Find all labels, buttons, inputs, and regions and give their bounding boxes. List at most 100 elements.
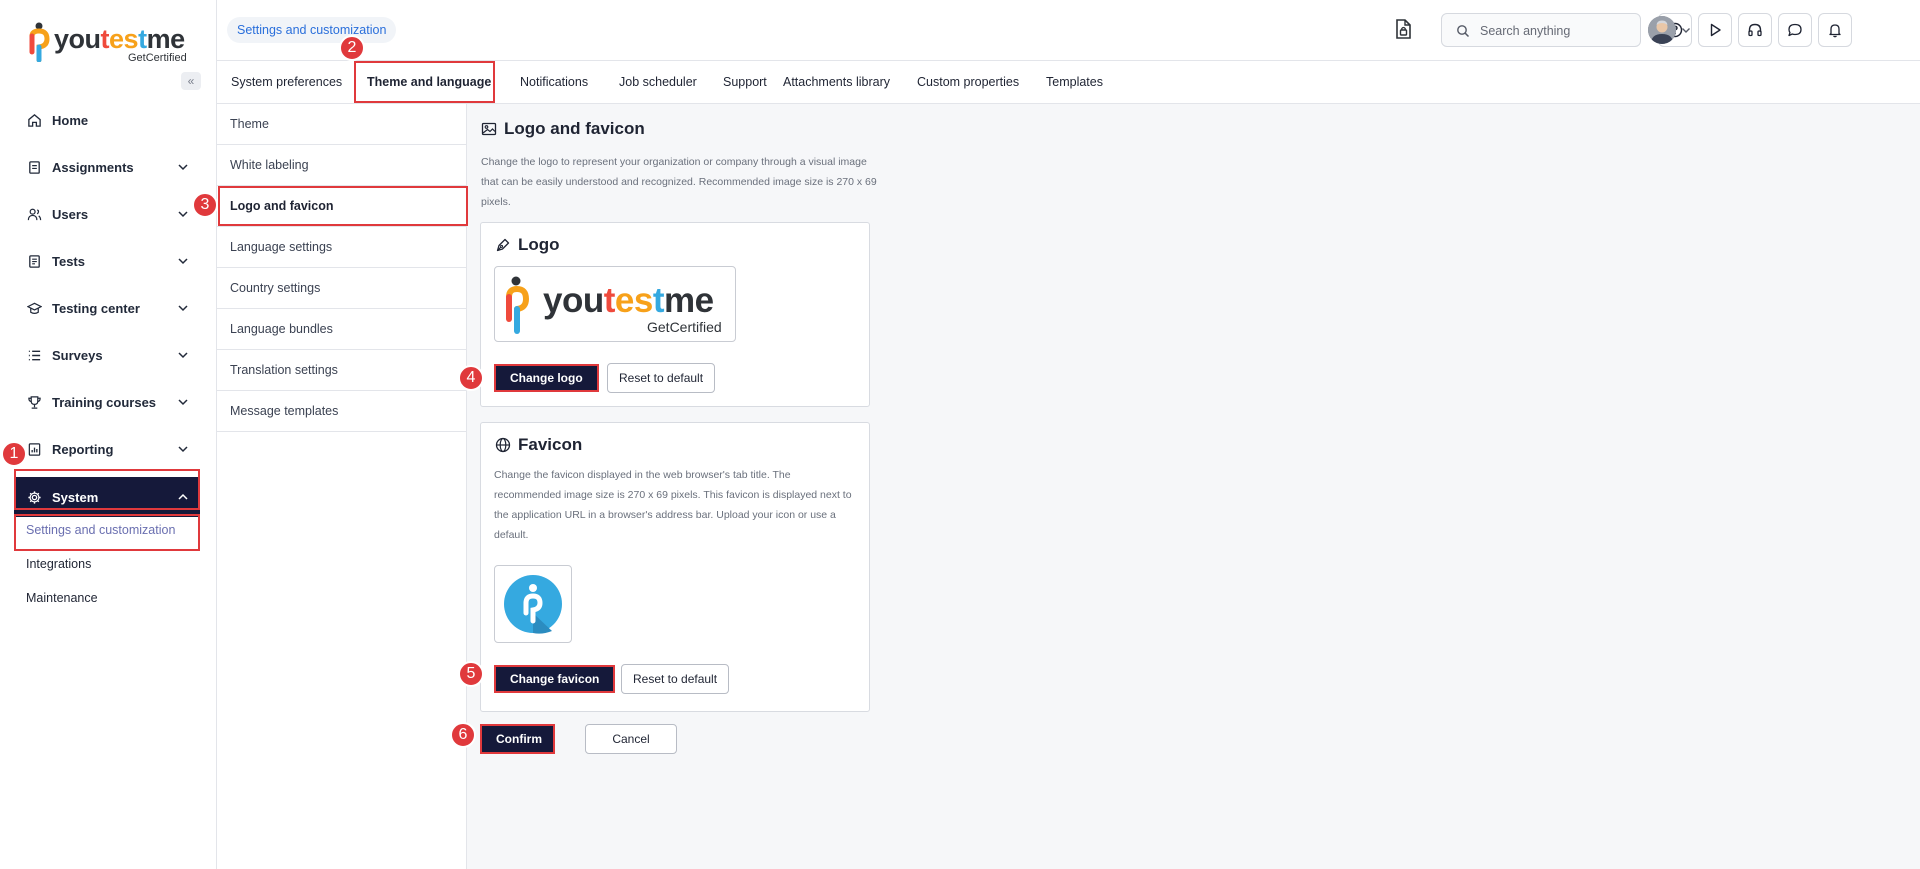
logo-card: Logo youtestme GetCertified Change logo …	[480, 222, 870, 407]
top-bar: Settings and customization	[217, 0, 1920, 61]
reporting-icon	[26, 442, 42, 458]
bell-icon	[1829, 24, 1841, 38]
chat-bubble-icon	[1788, 23, 1802, 37]
tab-support[interactable]: Support	[711, 61, 779, 103]
favicon-preview-image	[494, 565, 572, 643]
page-title: Logo and favicon	[481, 119, 645, 139]
subnav-item-settings-and-customization[interactable]: Settings and customization	[14, 513, 200, 547]
chevron-down-icon[interactable]	[176, 207, 190, 221]
search-input[interactable]	[1480, 22, 1630, 40]
sidebar: youtestme GetCertified « Home Assignment…	[0, 0, 217, 869]
submenu-item-language-settings[interactable]: Language settings	[217, 227, 466, 268]
submenu-item-logo-and-favicon[interactable]: Logo and favicon	[217, 186, 466, 227]
page-description: Change the logo to represent your organi…	[481, 156, 877, 208]
avatar[interactable]	[1648, 16, 1676, 44]
change-logo-button[interactable]: Change logo	[494, 364, 599, 392]
users-icon	[26, 207, 42, 223]
change-favicon-button[interactable]: Change favicon	[494, 665, 616, 693]
sidebar-item-reporting[interactable]: Reporting	[14, 426, 200, 473]
sidebar-item-label: Testing center	[52, 301, 140, 316]
sidebar-item-label: Surveys	[52, 348, 103, 363]
sidebar-nav: Home Assignments Users Tests Testing cen…	[14, 97, 200, 517]
logo-preview-wordmark: youtestme	[543, 281, 714, 320]
sidebar-item-surveys[interactable]: Surveys	[14, 332, 200, 379]
tests-icon	[26, 254, 42, 270]
chevron-down-icon[interactable]	[176, 395, 190, 409]
collapse-sidebar-button[interactable]: «	[181, 72, 201, 90]
submenu-item-message-templates[interactable]: Message templates	[217, 391, 466, 432]
submenu-item-translation-settings[interactable]: Translation settings	[217, 350, 466, 391]
chevron-down-icon[interactable]	[176, 160, 190, 174]
favicon-card-title-text: Favicon	[518, 435, 583, 454]
submenu-item-theme[interactable]: Theme	[217, 104, 466, 145]
step-badge-4: 4	[458, 365, 484, 391]
logo-card-title: Logo	[495, 235, 560, 255]
tab-custom-properties[interactable]: Custom properties	[905, 61, 1031, 103]
sidebar-item-training-courses[interactable]: Training courses	[14, 379, 200, 426]
pen-tool-icon	[496, 238, 510, 252]
tab-templates[interactable]: Templates	[1034, 61, 1115, 103]
assignment-icon	[26, 160, 42, 176]
chevron-down-icon[interactable]	[176, 301, 190, 315]
logo-subtitle: GetCertified	[128, 52, 187, 64]
submenu-item-white-labeling[interactable]: White labeling	[217, 145, 466, 186]
step-badge-5: 5	[458, 661, 484, 687]
cancel-button[interactable]: Cancel	[585, 724, 677, 754]
logo-wordmark: youtestme	[54, 24, 185, 54]
chevron-down-icon[interactable]	[176, 442, 190, 456]
sidebar-item-assignments[interactable]: Assignments	[14, 144, 200, 191]
reset-logo-button[interactable]: Reset to default	[607, 363, 716, 393]
sidebar-item-home[interactable]: Home	[14, 97, 200, 144]
favicon-card: Favicon Change the favicon displayed in …	[480, 422, 870, 712]
search-icon	[1457, 25, 1470, 38]
image-icon	[481, 122, 497, 136]
sidebar-item-users[interactable]: Users	[14, 191, 200, 238]
sidebar-item-label: Reporting	[52, 442, 114, 457]
sidebar-item-tests[interactable]: Tests	[14, 238, 200, 285]
tab-notifications[interactable]: Notifications	[508, 61, 600, 103]
support-button[interactable]	[1738, 13, 1772, 47]
sidebar-item-system[interactable]: System	[14, 477, 200, 517]
logo-mark-icon	[29, 22, 50, 62]
step-badge-2: 2	[339, 35, 365, 61]
sidebar-item-label: Tests	[52, 254, 85, 269]
logo-preview-subtitle: GetCertified	[647, 319, 722, 335]
submenu-item-language-bundles[interactable]: Language bundles	[217, 309, 466, 350]
tab-job-scheduler[interactable]: Job scheduler	[607, 61, 709, 103]
page-title-text: Logo and favicon	[504, 119, 645, 138]
favicon-card-title: Favicon	[495, 435, 582, 455]
play-tutorial-button[interactable]	[1698, 13, 1732, 47]
chevron-down-icon[interactable]	[1680, 24, 1692, 36]
main-content: Logo and favicon Change the logo to repr…	[467, 104, 1920, 869]
subnav-item-integrations[interactable]: Integrations	[14, 547, 200, 581]
app-logo[interactable]: youtestme GetCertified	[28, 20, 188, 66]
sidebar-item-testing-center[interactable]: Testing center	[14, 285, 200, 332]
breadcrumb[interactable]: Settings and customization	[227, 17, 397, 43]
subnav-item-maintenance[interactable]: Maintenance	[14, 581, 200, 615]
chat-button[interactable]	[1778, 13, 1812, 47]
tab-system-preferences[interactable]: System preferences	[219, 61, 354, 103]
document-lock-icon[interactable]	[1392, 18, 1414, 40]
gear-icon	[26, 489, 42, 505]
play-icon	[1710, 23, 1721, 37]
globe-icon	[495, 437, 511, 453]
submenu-item-country-settings[interactable]: Country settings	[217, 268, 466, 309]
chevron-down-icon[interactable]	[176, 254, 190, 268]
chevron-down-icon[interactable]	[176, 348, 190, 362]
sidebar-item-label: Users	[52, 207, 89, 222]
tab-theme-and-language[interactable]: Theme and language	[355, 61, 503, 103]
step-badge-1: 1	[1, 441, 27, 467]
sidebar-item-label: Home	[52, 113, 89, 128]
sidebar-item-label: Training courses	[52, 395, 157, 410]
confirm-button[interactable]: Confirm	[480, 724, 555, 754]
sidebar-item-label: Assignments	[52, 160, 134, 175]
reset-favicon-button[interactable]: Reset to default	[621, 664, 730, 694]
chevron-up-icon[interactable]	[176, 490, 190, 504]
search-box[interactable]	[1441, 13, 1641, 47]
step-badge-6: 6	[450, 722, 476, 748]
notifications-button[interactable]	[1818, 13, 1852, 47]
theme-language-submenu: Theme White labeling Logo and favicon La…	[217, 104, 467, 869]
tab-attachments-library[interactable]: Attachments library	[771, 61, 902, 103]
logo-card-title-text: Logo	[518, 235, 560, 254]
step-badge-3: 3	[192, 192, 218, 218]
